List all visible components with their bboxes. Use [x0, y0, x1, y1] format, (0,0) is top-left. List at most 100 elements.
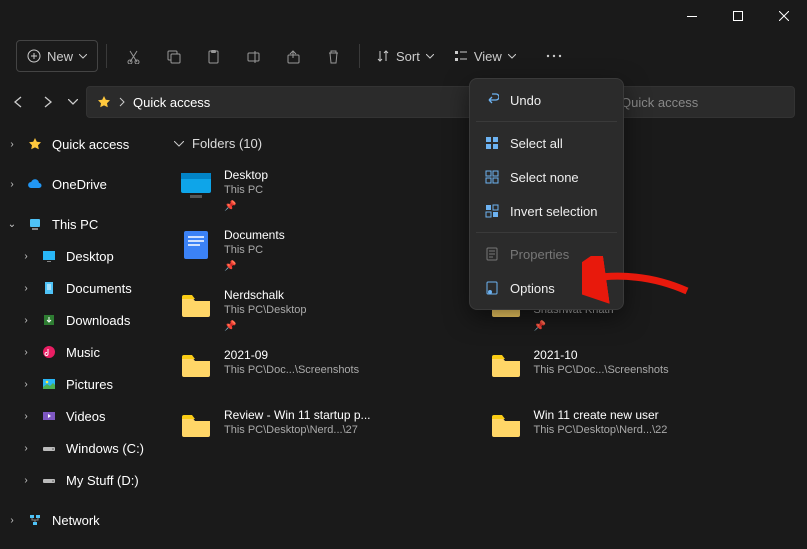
sidebar-item-music[interactable]: ›Music: [0, 336, 160, 368]
back-button[interactable]: [12, 95, 26, 109]
chevron-icon: ›: [6, 179, 18, 190]
folder-icon: [178, 407, 214, 443]
chevron-icon: ›: [6, 139, 18, 150]
folder-location: This PC\Doc...\Screenshots: [534, 363, 669, 378]
folder-location: This PC\Doc...\Screenshots: [224, 363, 359, 378]
sidebar-item-label: Pictures: [66, 377, 113, 392]
folder-location: This PC\Desktop\Nerd...\22: [534, 423, 668, 438]
star-icon: [26, 135, 44, 153]
search-input[interactable]: Quick access: [610, 86, 795, 118]
options-icon: [484, 280, 500, 296]
sort-button[interactable]: Sort: [368, 40, 442, 72]
minimize-button[interactable]: [669, 0, 715, 32]
divider: [359, 44, 360, 68]
folder-location: This PC\Desktop: [224, 303, 307, 318]
chevron-icon: ›: [20, 347, 32, 358]
menu-options-label: Options: [510, 281, 555, 296]
menu-invert-selection[interactable]: Invert selection: [474, 194, 619, 228]
sidebar-item-label: Desktop: [66, 249, 114, 264]
sidebar-item-label: My Stuff (D:): [66, 473, 139, 488]
menu-properties-label: Properties: [510, 247, 569, 262]
paste-button[interactable]: [195, 40, 231, 72]
pictures-icon: [40, 375, 58, 393]
sidebar-item-documents[interactable]: ›Documents: [0, 272, 160, 304]
new-label: New: [47, 49, 73, 64]
menu-select-none[interactable]: Select none: [474, 160, 619, 194]
chevron-icon: ⌄: [6, 219, 18, 230]
folder-icon: [178, 287, 214, 323]
copy-button[interactable]: [155, 40, 191, 72]
folder-item[interactable]: 2021-10This PC\Doc...\Screenshots: [484, 341, 794, 401]
folder-item[interactable]: DesktopThis PC📌: [174, 161, 484, 221]
cut-button[interactable]: [115, 40, 151, 72]
share-button[interactable]: [275, 40, 311, 72]
chevron-icon: ›: [20, 411, 32, 422]
sidebar-item-windows-c-[interactable]: › Windows (C:): [0, 432, 160, 464]
pin-icon: 📌: [224, 200, 268, 214]
folder-item[interactable]: Win 11 create new userThis PC\Desktop\Ne…: [484, 401, 794, 461]
menu-invert-label: Invert selection: [510, 204, 597, 219]
view-label: View: [474, 49, 502, 64]
network-icon: [26, 511, 44, 529]
menu-separator: [476, 121, 617, 122]
drive-icon: [40, 439, 58, 457]
folder-icon: [488, 347, 524, 383]
sidebar-item-pictures[interactable]: › Pictures: [0, 368, 160, 400]
chevron-icon: ›: [20, 379, 32, 390]
section-title: Folders (10): [192, 136, 262, 151]
folder-location: This PC: [224, 243, 285, 258]
folder-name: Desktop: [224, 167, 268, 183]
undo-icon: [484, 92, 500, 108]
context-menu: Undo Select all Select none Invert selec…: [469, 78, 624, 310]
chevron-icon: ›: [20, 443, 32, 454]
pin-icon: 📌: [224, 260, 285, 274]
chevron-icon: ›: [20, 315, 32, 326]
divider: [106, 44, 107, 68]
sidebar-item-my-stuff-d-[interactable]: ›My Stuff (D:): [0, 464, 160, 496]
folder-item[interactable]: DocumentsThis PC📌: [174, 221, 484, 281]
sidebar-item-desktop[interactable]: ›Desktop: [0, 240, 160, 272]
menu-select-all-label: Select all: [510, 136, 563, 151]
sidebar-item-label: Quick access: [52, 137, 129, 152]
delete-button[interactable]: [315, 40, 351, 72]
pin-icon: 📌: [224, 320, 307, 334]
documents-icon: [178, 227, 214, 263]
folder-name: 2021-09: [224, 347, 359, 363]
menu-properties: Properties: [474, 237, 619, 271]
sidebar-item-this-pc[interactable]: ⌄ This PC: [0, 208, 160, 240]
folder-location: This PC\Desktop\Nerd...\27: [224, 423, 371, 438]
invert-icon: [484, 203, 500, 219]
chevron-down-icon: [508, 54, 516, 59]
folder-name: Win 11 create new user: [534, 407, 668, 423]
sidebar-item-videos[interactable]: ›Videos: [0, 400, 160, 432]
forward-button[interactable]: [40, 95, 54, 109]
menu-select-all[interactable]: Select all: [474, 126, 619, 160]
sidebar-item-label: This PC: [52, 217, 98, 232]
sidebar-item-network[interactable]: ›Network: [0, 504, 160, 536]
menu-select-none-label: Select none: [510, 170, 579, 185]
rename-button[interactable]: [235, 40, 271, 72]
chevron-right-icon: [119, 97, 125, 107]
more-button[interactable]: [536, 40, 572, 72]
recent-button[interactable]: [68, 95, 78, 109]
address-title: Quick access: [133, 95, 210, 110]
desktop-icon: [40, 247, 58, 265]
maximize-button[interactable]: [715, 0, 761, 32]
pin-icon: 📌: [534, 320, 614, 334]
menu-undo[interactable]: Undo: [474, 83, 619, 117]
sidebar-item-label: Windows (C:): [66, 441, 144, 456]
sidebar-item-downloads[interactable]: ›Downloads: [0, 304, 160, 336]
drive-icon: [40, 471, 58, 489]
folder-item[interactable]: Review - Win 11 startup p...This PC\Desk…: [174, 401, 484, 461]
sidebar-item-label: Network: [52, 513, 100, 528]
folder-item[interactable]: NerdschalkThis PC\Desktop 📌: [174, 281, 484, 341]
sidebar-item-onedrive[interactable]: ›OneDrive: [0, 168, 160, 200]
folder-name: Nerdschalk: [224, 287, 307, 303]
view-button[interactable]: View: [446, 40, 524, 72]
folder-item[interactable]: 2021-09This PC\Doc...\Screenshots: [174, 341, 484, 401]
sort-icon: [376, 49, 390, 63]
new-button[interactable]: New: [16, 40, 98, 72]
menu-options[interactable]: Options: [474, 271, 619, 305]
close-button[interactable]: [761, 0, 807, 32]
sidebar-item-quick-access[interactable]: › Quick access: [0, 128, 160, 160]
